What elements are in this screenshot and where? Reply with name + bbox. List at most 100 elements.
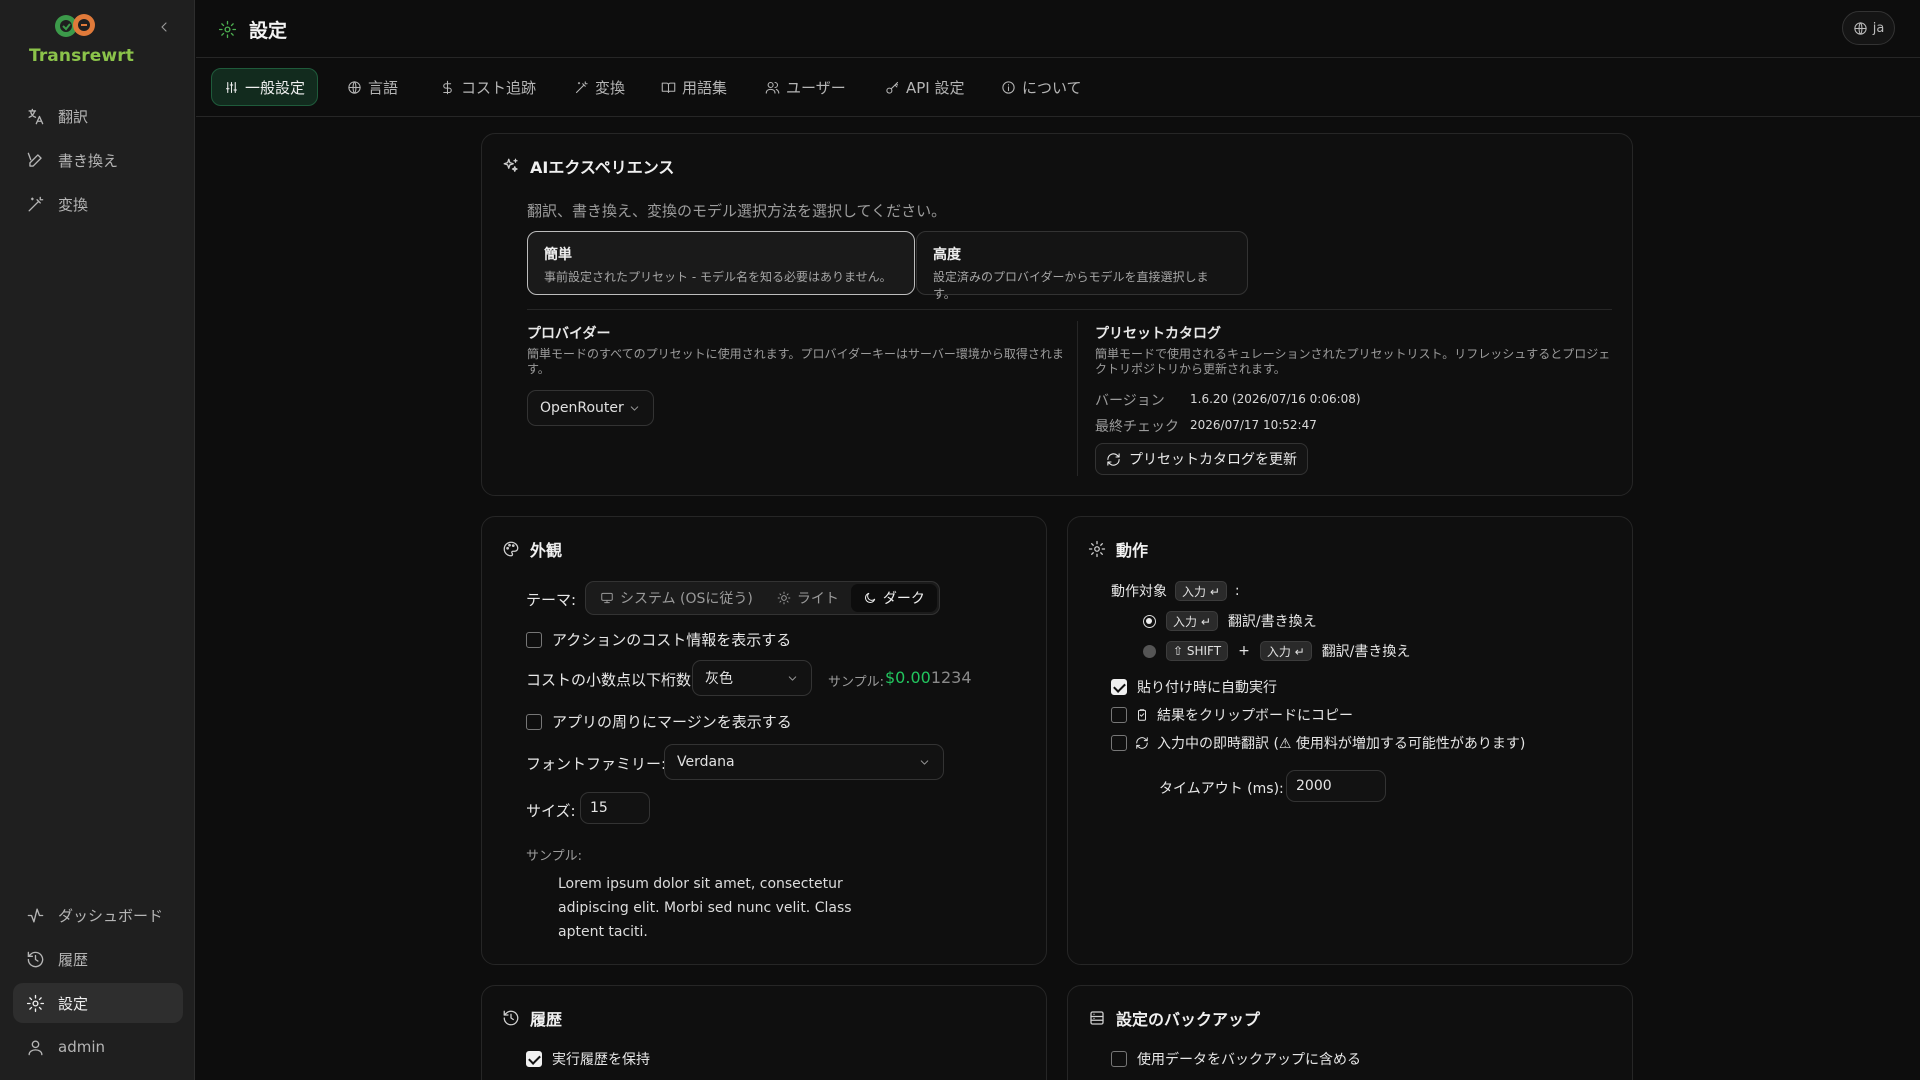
theme-option-system[interactable]: システム (OSに従う) <box>588 584 765 612</box>
sidebar-item-label: admin <box>58 1038 105 1056</box>
trigger-option-enter[interactable]: 入力 ↵ 翻訳/書き換え <box>1143 611 1317 631</box>
theme-option-dark[interactable]: ダーク <box>850 584 937 612</box>
sidebar-item-label: ダッシュボード <box>58 906 164 925</box>
tab-label: 一般設定 <box>245 78 306 97</box>
provider-select-value: OpenRouter <box>540 400 624 416</box>
catalog-version-value: 1.6.20 (2026/07/16 0:06:08) <box>1190 392 1361 406</box>
theme-option-light[interactable]: ライト <box>765 584 851 612</box>
decimals-select[interactable]: 灰色 <box>692 660 812 696</box>
appearance-title: 外観 <box>502 537 562 561</box>
refresh-catalog-label: プリセットカタログを更新 <box>1129 452 1297 468</box>
tab-api-settings[interactable]: API 設定 <box>873 68 977 106</box>
tab-label: ユーザー <box>786 78 846 97</box>
tab-label: 変換 <box>595 78 626 97</box>
sidebar-item-dashboard[interactable]: ダッシュボード <box>13 895 183 935</box>
app-logo[interactable]: Transrewrt <box>29 12 149 66</box>
tab-label: API 設定 <box>906 78 965 97</box>
tab-label: 言語 <box>368 78 399 97</box>
sidebar-item-user[interactable]: admin <box>13 1027 183 1067</box>
theme-option-label: ダーク <box>882 591 925 607</box>
trigger-target-label: 動作対象 <box>1111 584 1167 600</box>
copy-clipboard-row: 結果をクリップボードにコピー <box>1111 705 1353 725</box>
refresh-catalog-button[interactable]: プリセットカタログを更新 <box>1095 443 1308 475</box>
history-icon <box>503 1010 519 1026</box>
dollar-icon <box>443 80 452 94</box>
catalog-version-label: バージョン <box>1095 393 1165 409</box>
logo-icon <box>55 14 95 37</box>
chevron-left-icon[interactable] <box>156 19 172 35</box>
backup-title-text: 設定のバックアップ <box>1116 1010 1261 1029</box>
translate-icon <box>28 108 44 124</box>
tab-label: について <box>1022 78 1082 97</box>
ai-experience-title-text: AIエクスペリエンス <box>530 158 675 177</box>
gear-icon <box>1088 540 1106 558</box>
font-family-value: Verdana <box>677 754 735 770</box>
sidebar-item-translate[interactable]: 翻訳 <box>13 96 183 136</box>
chevron-down-icon <box>920 759 929 765</box>
chevron-down-icon <box>788 675 797 681</box>
margin-row: アプリの周りにマージンを表示する <box>526 711 792 732</box>
copy-clipboard-checkbox[interactable] <box>1111 707 1127 723</box>
pen-icon <box>27 152 42 167</box>
user-icon <box>28 1039 43 1055</box>
instant-translate-checkbox[interactable] <box>1111 735 1127 751</box>
instant-translate-label: 入力中の即時翻訳 (⚠ 使用料が増加する可能性があります) <box>1157 736 1526 752</box>
sidebar-item-label: 設定 <box>58 994 89 1013</box>
trigger-option-shift-enter[interactable]: ⇧ SHIFT + 入力 ↵ 翻訳/書き換え <box>1143 641 1410 661</box>
chevron-down-icon <box>630 405 639 411</box>
tab-users[interactable]: ユーザー <box>753 68 858 106</box>
font-size-input[interactable]: 15 <box>580 792 650 824</box>
ai-description: 翻訳、書き換え、変換のモデル選択方法を選択してください。 <box>527 202 947 220</box>
tab-about[interactable]: について <box>989 68 1094 106</box>
sidebar-item-settings[interactable]: 設定 <box>13 983 183 1023</box>
catalog-checked-value: 2026/07/17 10:52:47 <box>1190 418 1317 432</box>
mode-simple-option[interactable]: 簡単 事前設定されたプリセット - モデル名を知る必要はありません。 <box>527 231 915 295</box>
language-code: ja <box>1872 20 1885 36</box>
behavior-title: 動作 <box>1088 537 1148 561</box>
sidebar-item-rewrite[interactable]: 書き換え <box>13 140 183 180</box>
wand-icon <box>28 196 44 212</box>
gear-icon <box>218 20 237 39</box>
mode-title: 簡単 <box>544 247 572 263</box>
mode-advanced-option[interactable]: 高度 設定済みのプロバイダーからモデルを直接選択します。 <box>916 231 1248 301</box>
price-sample: $0.001234 <box>885 668 972 687</box>
globe-icon <box>1854 21 1867 35</box>
trigger-radio-shift-enter[interactable] <box>1143 644 1156 658</box>
divider <box>527 309 1612 310</box>
timeout-input[interactable]: 2000 <box>1286 770 1386 802</box>
theme-segmented-control: システム (OSに従う) ライト ダーク <box>585 581 940 615</box>
tab-glossary[interactable]: 用語集 <box>649 68 739 106</box>
tab-cost-tracking[interactable]: コスト追跡 <box>428 68 548 106</box>
margin-checkbox[interactable] <box>526 713 542 730</box>
include-usage-checkbox[interactable] <box>1111 1051 1127 1067</box>
sidebar-item-transform[interactable]: 変換 <box>13 184 183 224</box>
tab-transform[interactable]: 変換 <box>562 68 637 106</box>
auto-paste-label: 貼り付け時に自動実行 <box>1137 680 1277 696</box>
ai-experience-card: AIエクスペリエンス 翻訳、書き換え、変換のモデル選択方法を選択してください。 … <box>481 133 1633 496</box>
timeout-value: 2000 <box>1296 778 1332 794</box>
include-usage-label: 使用データをバックアップに含める <box>1137 1052 1361 1068</box>
show-cost-checkbox[interactable] <box>526 631 542 648</box>
provider-select[interactable]: OpenRouter <box>527 390 654 426</box>
refresh-icon <box>1136 737 1148 749</box>
gear-icon <box>26 994 45 1012</box>
wand-icon <box>575 80 588 93</box>
keep-history-checkbox[interactable] <box>526 1051 542 1067</box>
users-icon <box>765 81 780 94</box>
catalog-checked-label: 最終チェック <box>1095 419 1179 435</box>
tab-language[interactable]: 言語 <box>335 68 410 106</box>
font-family-select[interactable]: Verdana <box>664 744 944 780</box>
plus-sign: + <box>1238 643 1250 659</box>
sparkles-icon <box>503 158 518 172</box>
sidebar-item-history[interactable]: 履歴 <box>13 939 183 979</box>
key-badge: 入力 ↵ <box>1259 641 1312 661</box>
auto-paste-row: 貼り付け時に自動実行 <box>1111 677 1277 697</box>
language-switch-button[interactable]: ja <box>1842 11 1895 45</box>
auto-paste-checkbox[interactable] <box>1111 679 1127 695</box>
catalog-label: プリセットカタログ <box>1095 326 1221 342</box>
trigger-radio-enter[interactable] <box>1143 614 1156 628</box>
moon-icon <box>864 592 876 603</box>
price-sample-main: $0.00 <box>885 668 931 687</box>
tab-general[interactable]: 一般設定 <box>211 68 319 106</box>
history-title-text: 履歴 <box>530 1010 563 1029</box>
